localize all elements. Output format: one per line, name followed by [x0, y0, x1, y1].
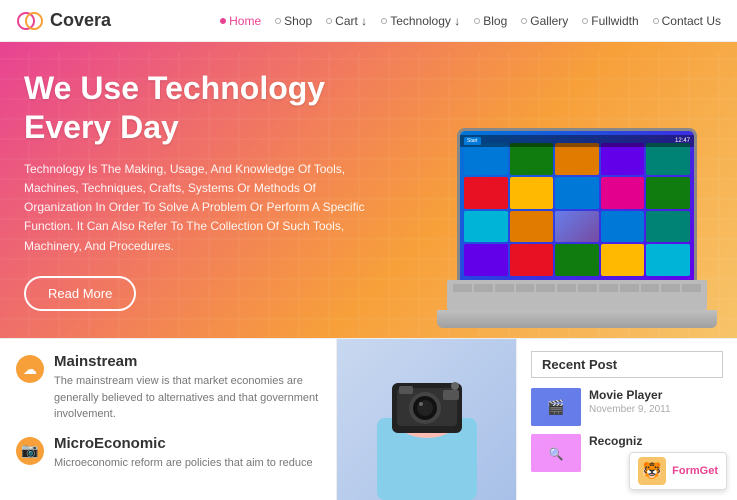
tile-13 [555, 211, 599, 243]
nav-dot [582, 18, 588, 24]
tile-4 [601, 143, 645, 175]
svg-text:🔍: 🔍 [549, 446, 564, 461]
tile-15 [646, 211, 690, 243]
feature-microeconomic-content: MicroEconomic Microeconomic reform are p… [54, 435, 313, 472]
tile-8 [555, 177, 599, 209]
logo-text: Covera [50, 10, 111, 31]
tile-18 [555, 244, 599, 276]
center-background [337, 339, 516, 500]
feature-mainstream-desc: The mainstream view is that market econo… [54, 373, 320, 423]
recent-post-header: Recent Post [531, 351, 723, 378]
hero-content: We Use TechnologyEvery Day Technology Is… [0, 42, 400, 338]
formget-mascot-icon: 🐯 [638, 457, 666, 485]
tile-19 [601, 244, 645, 276]
screen-taskbar: Start 12:47 [460, 135, 694, 147]
tile-3 [555, 143, 599, 175]
site-header: Covera Home Shop Cart ↓ Technology ↓ Blo… [0, 0, 737, 42]
post-item-movie: 🎬 Movie Player November 9, 2011 [531, 388, 723, 426]
nav-dot [474, 18, 480, 24]
nav-shop[interactable]: Shop [275, 14, 312, 28]
feature-mainstream: ☁ Mainstream The mainstream view is that… [16, 353, 320, 423]
tile-10 [646, 177, 690, 209]
laptop-keyboard [447, 280, 707, 310]
features-panel: ☁ Mainstream The mainstream view is that… [0, 339, 337, 500]
svg-text:🎬: 🎬 [547, 399, 564, 416]
start-button: Start [464, 137, 481, 145]
nav-blog[interactable]: Blog [474, 14, 507, 28]
hero-description: Technology Is The Making, Usage, And Kno… [24, 160, 376, 256]
tile-6 [464, 177, 508, 209]
camera-icon: 📷 [16, 437, 44, 465]
tile-16 [464, 244, 508, 276]
tile-1 [464, 143, 508, 175]
tile-5 [646, 143, 690, 175]
nav-fullwidth[interactable]: Fullwidth [582, 14, 638, 28]
feature-microeconomic-title: MicroEconomic [54, 435, 313, 452]
center-image-panel [337, 339, 517, 500]
nav-dot [326, 18, 332, 24]
main-nav: Home Shop Cart ↓ Technology ↓ Blog Galle… [220, 14, 721, 28]
post-date-movie: November 9, 2011 [589, 404, 671, 415]
tile-14 [601, 211, 645, 243]
nav-technology[interactable]: Technology ↓ [381, 14, 460, 28]
tile-17 [510, 244, 554, 276]
post-info-recognize: Recogniz [589, 434, 642, 450]
nav-home[interactable]: Home [220, 14, 261, 28]
post-title-recognize: Recogniz [589, 434, 642, 448]
nav-gallery[interactable]: Gallery [521, 14, 568, 28]
screen-tiles [460, 131, 694, 280]
nav-dot [653, 18, 659, 24]
tile-2 [510, 143, 554, 175]
tile-20 [646, 244, 690, 276]
logo-icon [16, 7, 44, 35]
nav-cart[interactable]: Cart ↓ [326, 14, 367, 28]
nav-contact[interactable]: Contact Us [653, 14, 721, 28]
bottom-section: ☁ Mainstream The mainstream view is that… [0, 338, 737, 500]
feature-microeconomic: 📷 MicroEconomic Microeconomic reform are… [16, 435, 320, 472]
hero-section: We Use TechnologyEvery Day Technology Is… [0, 42, 737, 338]
formget-label: FormGet [672, 465, 718, 477]
read-more-button[interactable]: Read More [24, 276, 136, 311]
hand-camera-illustration [347, 339, 507, 500]
feature-mainstream-title: Mainstream [54, 353, 320, 370]
formget-badge: 🐯 FormGet [629, 452, 727, 490]
feature-mainstream-content: Mainstream The mainstream view is that m… [54, 353, 320, 423]
post-info-movie: Movie Player November 9, 2011 [589, 388, 671, 415]
feature-microeconomic-desc: Microeconomic reform are policies that a… [54, 455, 313, 472]
cloud-icon: ☁ [16, 355, 44, 383]
nav-dot [521, 18, 527, 24]
post-thumb-movie: 🎬 [531, 388, 581, 426]
hero-title: We Use TechnologyEvery Day [24, 69, 376, 146]
laptop-screen: Start 12:47 [457, 128, 697, 283]
tile-12 [510, 211, 554, 243]
screen-clock: 12:47 [675, 138, 690, 144]
nav-dot [220, 18, 226, 24]
nav-dot [275, 18, 281, 24]
laptop-base [437, 310, 717, 328]
tile-7 [510, 177, 554, 209]
site-logo: Covera [16, 7, 111, 35]
hero-laptop-image: Start 12:47 [437, 128, 717, 328]
tile-9 [601, 177, 645, 209]
tile-11 [464, 211, 508, 243]
nav-dot [381, 18, 387, 24]
post-title-movie: Movie Player [589, 388, 671, 402]
post-thumb-recognize: 🔍 [531, 434, 581, 472]
